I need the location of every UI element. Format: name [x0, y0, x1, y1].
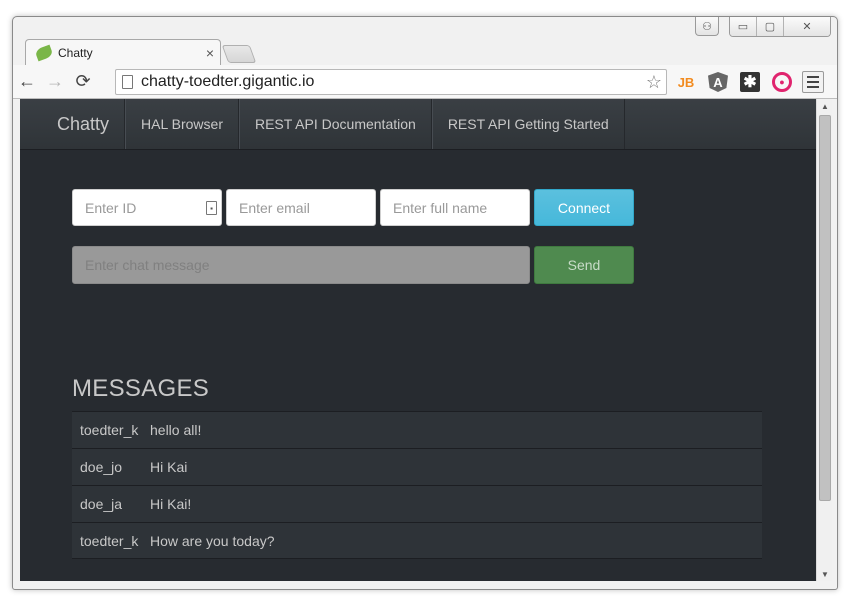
message-text: Hi Kai — [150, 459, 188, 475]
message-user: toedter_k — [80, 532, 139, 549]
table-row: toedter_k hello all! — [72, 411, 762, 448]
asterisk-extension-icon[interactable]: ✱ — [740, 72, 760, 92]
tab-title: Chatty — [58, 46, 93, 60]
bookmark-star-icon[interactable]: ☆ — [642, 72, 666, 93]
url-text[interactable]: chatty-toedter.gigantic.io — [141, 73, 642, 91]
fullname-input-placeholder: Enter full name — [393, 199, 488, 216]
tab-close-icon[interactable]: × — [200, 45, 220, 61]
angular-extension-icon[interactable]: A — [708, 72, 728, 92]
scroll-down-arrow-icon[interactable]: ▼ — [817, 567, 833, 581]
scrollbar-thumb[interactable] — [819, 115, 831, 501]
nav-link-rest-api-documentation[interactable]: REST API Documentation — [238, 99, 432, 149]
email-input[interactable]: Enter email — [226, 189, 376, 226]
chat-message-input[interactable]: Enter chat message — [72, 246, 530, 284]
close-window-button[interactable]: ✕ — [784, 17, 830, 36]
fullname-input[interactable]: Enter full name — [380, 189, 530, 226]
window-button-group: ▭ ▢ ✕ — [729, 17, 831, 37]
site-navbar: Chatty HAL Browser REST API Documentatio… — [20, 99, 816, 150]
connect-button[interactable]: Connect — [534, 189, 634, 226]
window-controls: ⚇ ▭ ▢ ✕ — [695, 17, 831, 37]
message-text: How are you today? — [150, 532, 275, 549]
table-row: doe_jo Hi Kai — [72, 448, 762, 485]
message-text: Hi Kai! — [150, 496, 192, 512]
email-input-placeholder: Enter email — [239, 199, 310, 216]
id-input[interactable]: Enter ID ▪ — [72, 189, 222, 226]
send-button[interactable]: Send — [534, 246, 634, 284]
message-user: doe_jo — [80, 459, 123, 475]
message-user: toedter_k — [80, 422, 139, 438]
brand-link[interactable]: Chatty — [20, 99, 126, 149]
vertical-scrollbar[interactable]: ▲ ▼ — [816, 99, 832, 581]
messages-table: toedter_k hello all! doe_jo Hi Kai doe_j… — [72, 411, 762, 559]
eye-extension-icon[interactable]: ● — [772, 72, 792, 92]
browser-tab[interactable]: Chatty × — [25, 39, 221, 66]
profile-icon[interactable]: ⚇ — [695, 17, 719, 36]
minimize-button[interactable]: ▭ — [730, 17, 757, 36]
browser-window: ⚇ ▭ ▢ ✕ Chatty × ← → ⟳ chatty-toedter.gi… — [12, 16, 838, 590]
reload-button[interactable]: ⟳ — [69, 68, 97, 96]
leaf-favicon-icon — [34, 44, 54, 62]
nav-link-hal-browser[interactable]: HAL Browser — [125, 99, 239, 149]
scroll-up-arrow-icon[interactable]: ▲ — [817, 99, 833, 113]
table-row: doe_ja Hi Kai! — [72, 485, 762, 522]
new-tab-button[interactable] — [221, 45, 257, 63]
browser-toolbar: ← → ⟳ chatty-toedter.gigantic.io ☆ JB A … — [13, 65, 837, 99]
page-icon — [122, 75, 133, 89]
address-bar[interactable]: chatty-toedter.gigantic.io ☆ — [115, 69, 667, 95]
message-text: hello all! — [150, 422, 202, 438]
browser-menu-button[interactable] — [802, 71, 824, 93]
message-user: doe_ja — [80, 496, 123, 512]
id-input-placeholder: Enter ID — [85, 199, 137, 216]
chat-message-placeholder: Enter chat message — [85, 257, 210, 273]
contact-card-icon: ▪ — [206, 201, 217, 215]
maximize-button[interactable]: ▢ — [757, 17, 784, 36]
forward-button[interactable]: → — [41, 68, 69, 96]
nav-link-rest-api-getting-started[interactable]: REST API Getting Started — [431, 99, 625, 149]
back-button[interactable]: ← — [13, 68, 41, 96]
jetbrains-extension-icon[interactable]: JB — [676, 72, 696, 92]
messages-heading: MESSAGES — [72, 375, 210, 402]
page-viewport: Chatty HAL Browser REST API Documentatio… — [20, 99, 816, 581]
table-row: toedter_k How are you today? — [72, 522, 762, 559]
tab-strip: Chatty × — [13, 35, 837, 66]
